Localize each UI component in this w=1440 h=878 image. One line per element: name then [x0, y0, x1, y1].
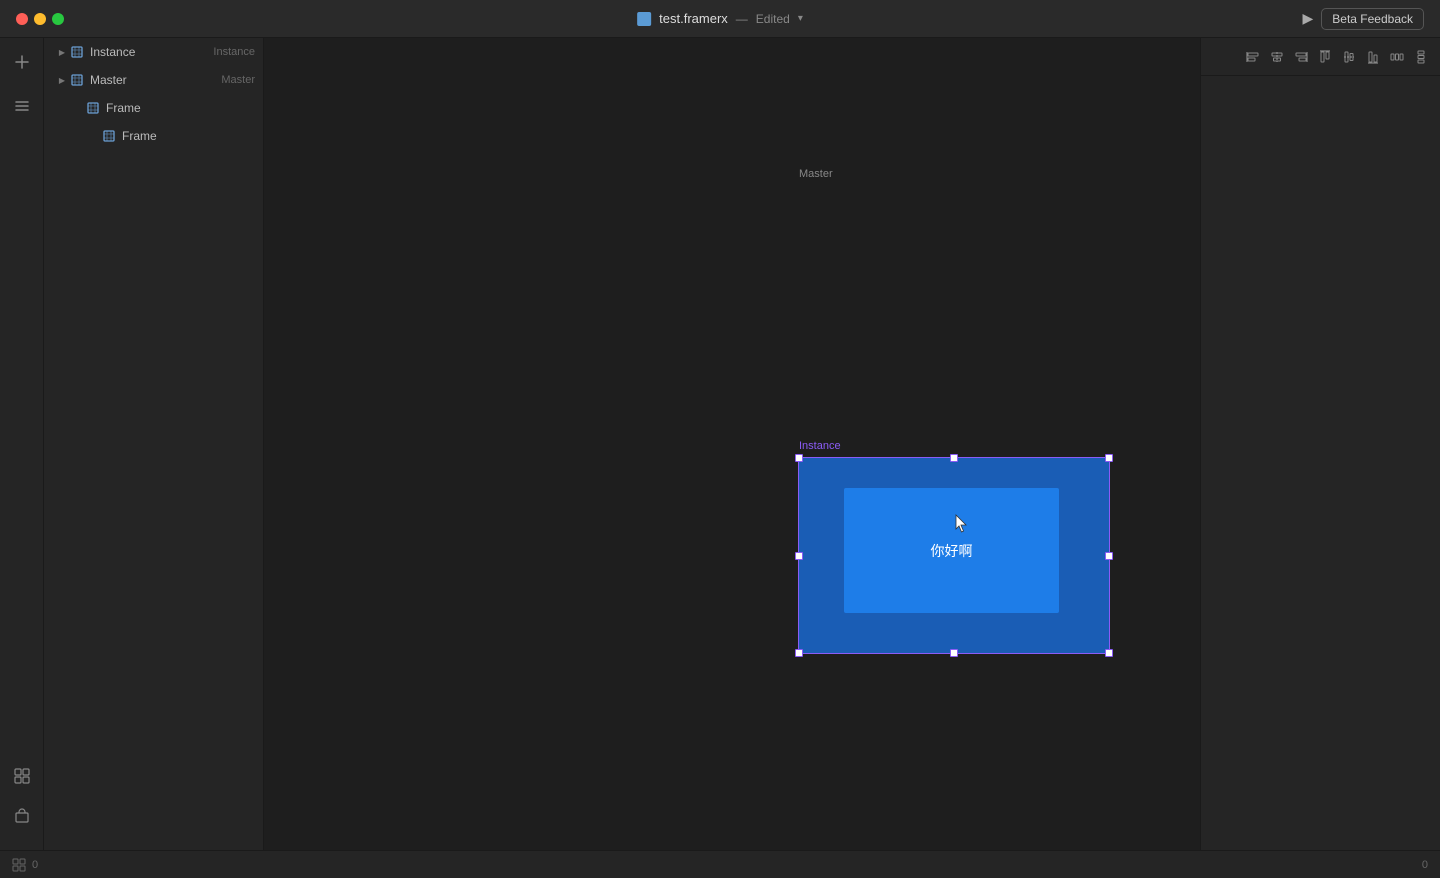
layers-icon[interactable] [8, 92, 36, 120]
layer-name-frame2: Frame [122, 129, 255, 143]
master-frame-label: Master [799, 168, 833, 180]
edited-label: Edited [756, 12, 790, 26]
titlebar-center: test.framerx — Edited ▾ [637, 11, 803, 26]
layer-item-frame1[interactable]: Frame [60, 94, 263, 122]
main-layout: ▶ Instance Instance ▶ Master Master [0, 38, 1440, 850]
beta-feedback-button[interactable]: Beta Feedback [1321, 8, 1424, 30]
file-title: test.framerx [659, 11, 728, 26]
handle-tr[interactable] [1105, 454, 1113, 462]
layers-panel: ▶ Instance Instance ▶ Master Master [44, 38, 264, 850]
canvas-area[interactable]: Master 你好啊 Instance [264, 38, 1200, 850]
file-icon [637, 12, 651, 26]
frame-icon-2 [102, 129, 116, 143]
layer-name-frame1: Frame [106, 101, 255, 115]
layer-type-master: Master [221, 74, 255, 86]
distribute-v-icon[interactable] [1410, 46, 1432, 68]
handle-bm[interactable] [950, 649, 958, 657]
statusbar-count: 0 [32, 859, 38, 871]
close-button[interactable] [16, 13, 28, 25]
layer-type-instance: Instance [213, 46, 255, 58]
statusbar: 0 0 [0, 850, 1440, 878]
arrow-icon-frame2 [88, 130, 100, 142]
arrow-icon: ▶ [56, 46, 68, 58]
titlebar-left [16, 13, 64, 25]
align-right-icon[interactable] [1290, 46, 1312, 68]
layer-name-instance: Instance [90, 45, 213, 59]
align-middle-v-icon[interactable] [1338, 46, 1360, 68]
edited-separator: — [736, 12, 748, 26]
right-panel-toolbar [1201, 38, 1440, 76]
add-button[interactable] [8, 48, 36, 76]
align-top-icon[interactable] [1314, 46, 1336, 68]
icon-sidebar-bottom [8, 762, 36, 840]
align-bottom-icon[interactable] [1362, 46, 1384, 68]
instance-frame-label: Instance [799, 440, 841, 452]
components-icon[interactable] [8, 762, 36, 790]
align-left-icon[interactable] [1242, 46, 1264, 68]
handle-bl[interactable] [795, 649, 803, 657]
play-icon: ▶ [1303, 10, 1314, 27]
handle-br[interactable] [1105, 649, 1113, 657]
frame-icon [70, 45, 84, 59]
statusbar-left: 0 [12, 858, 38, 872]
layer-name-master: Master [90, 73, 221, 87]
minimize-button[interactable] [34, 13, 46, 25]
chevron-down-icon[interactable]: ▾ [798, 13, 803, 24]
play-button[interactable]: ▶ [1303, 10, 1314, 27]
layer-item-frame2[interactable]: Frame [60, 122, 263, 150]
titlebar-right: ▶ Beta Feedback [1303, 8, 1425, 30]
titlebar: test.framerx — Edited ▾ ▶ Beta Feedback [0, 0, 1440, 38]
instance-frame[interactable]: 你好啊 [799, 458, 1109, 653]
right-panel [1200, 38, 1440, 850]
arrow-icon-frame1 [72, 102, 84, 114]
statusbar-zoom: 0 [1422, 859, 1428, 871]
traffic-lights [16, 13, 64, 25]
instance-inner-frame: 你好啊 [844, 488, 1059, 613]
arrow-icon-master: ▶ [56, 74, 68, 86]
instance-text: 你好啊 [931, 541, 973, 561]
frame-icon-master [70, 73, 84, 87]
instance-frame-container: Instance 你好啊 [799, 458, 1109, 653]
master-frame-container: Master 你好啊 [799, 186, 1109, 381]
align-center-h-icon[interactable] [1266, 46, 1288, 68]
handle-mr[interactable] [1105, 552, 1113, 560]
handle-ml[interactable] [795, 552, 803, 560]
icon-sidebar [0, 38, 44, 850]
grid-icon [12, 858, 26, 872]
frame-icon-1 [86, 101, 100, 115]
handle-tl[interactable] [795, 454, 803, 462]
layer-item-instance[interactable]: ▶ Instance Instance [44, 38, 263, 66]
layer-item-master[interactable]: ▶ Master Master [44, 66, 263, 94]
statusbar-right: 0 [1422, 859, 1428, 871]
handle-tm[interactable] [950, 454, 958, 462]
assets-icon[interactable] [8, 802, 36, 830]
maximize-button[interactable] [52, 13, 64, 25]
distribute-h-icon[interactable] [1386, 46, 1408, 68]
